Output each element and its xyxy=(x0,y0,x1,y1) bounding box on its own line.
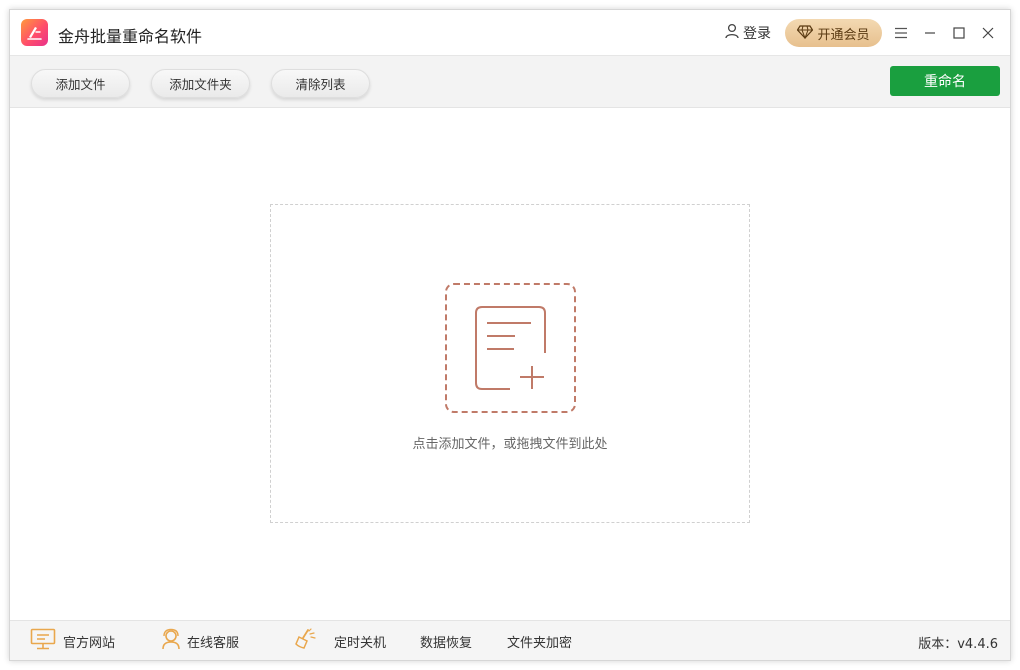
file-drop-zone[interactable]: 点击添加文件，或拖拽文件到此处 xyxy=(270,204,750,523)
official-website-label: 官方网站 xyxy=(63,635,116,651)
online-support-label: 在线客服 xyxy=(187,635,240,651)
folder-encrypt-link[interactable]: 文件夹加密 xyxy=(507,630,572,652)
maximize-icon[interactable] xyxy=(949,23,969,43)
add-file-icon[interactable] xyxy=(445,283,576,413)
rename-button[interactable]: 重命名 xyxy=(890,66,1000,96)
diamond-icon xyxy=(797,24,814,43)
headset-user-icon xyxy=(161,628,181,654)
scheduled-shutdown-label: 定时关机 xyxy=(334,635,387,651)
app-logo-icon xyxy=(21,19,48,46)
clear-list-button[interactable]: 清除列表 xyxy=(271,69,370,98)
folder-encrypt-label: 文件夹加密 xyxy=(507,635,573,651)
drop-hint-text: 点击添加文件，或拖拽文件到此处 xyxy=(412,437,608,452)
toolbar: 添加文件 添加文件夹 清除列表 重命名 xyxy=(10,56,1010,108)
vip-button[interactable]: 开通会员 xyxy=(785,19,882,47)
close-icon[interactable] xyxy=(978,23,998,43)
login-label: 登录 xyxy=(743,26,771,42)
minimize-icon[interactable] xyxy=(920,23,940,43)
add-file-button[interactable]: 添加文件 xyxy=(31,69,130,98)
login-button[interactable]: 登录 xyxy=(724,23,771,43)
version-label: 版本：v4.4.6 xyxy=(918,637,998,652)
menu-icon[interactable] xyxy=(891,23,911,43)
user-icon xyxy=(724,23,740,43)
online-support-link[interactable]: 在线客服 xyxy=(161,628,240,654)
broom-icon xyxy=(294,628,316,654)
scheduled-shutdown-link[interactable]: 定时关机 xyxy=(294,628,387,654)
add-folder-button[interactable]: 添加文件夹 xyxy=(151,69,250,98)
app-title: 金舟批量重命名软件 xyxy=(58,27,203,46)
footer-bar: 官方网站 在线客服 定时关机 数据恢复 文件夹加密 版本：v4.4.6 xyxy=(10,620,1010,660)
official-website-link[interactable]: 官方网站 xyxy=(30,628,116,654)
data-recovery-label: 数据恢复 xyxy=(420,635,473,651)
title-bar: 金舟批量重命名软件 登录 开通会员 xyxy=(10,10,1010,56)
data-recovery-link[interactable]: 数据恢复 xyxy=(420,630,472,652)
app-window: 金舟批量重命名软件 登录 开通会员 添加文件 添加文件夹 清除列表 重命名 点击… xyxy=(9,9,1011,661)
vip-label: 开通会员 xyxy=(817,27,870,43)
monitor-icon xyxy=(30,628,56,654)
